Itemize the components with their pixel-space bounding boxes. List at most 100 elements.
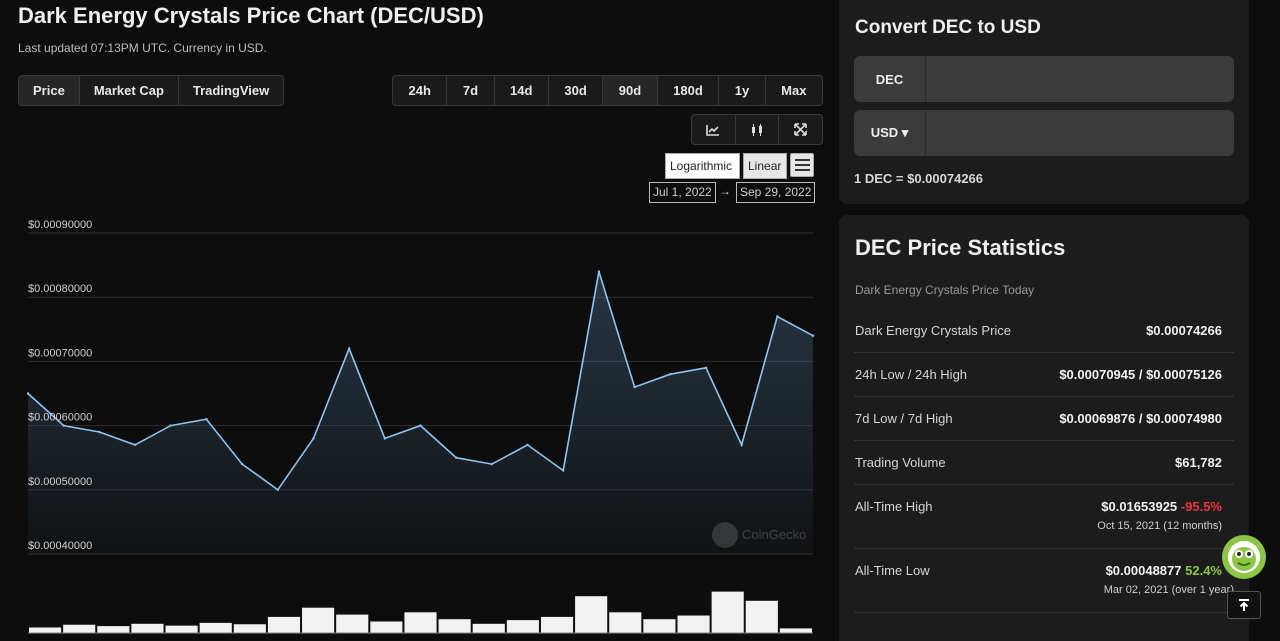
stat-label: All-Time Low	[855, 563, 930, 578]
dec-amount-input[interactable]	[926, 56, 1234, 102]
price-point	[26, 392, 30, 395]
y-tick-label: $0.00050000	[28, 476, 92, 488]
tab-tradingview[interactable]: TradingView	[179, 76, 283, 105]
stat-value: $0.00048877 52.4%	[1106, 563, 1222, 578]
candlestick-button[interactable]	[736, 115, 780, 144]
stat-row-atl: All-Time Low $0.00048877 52.4% Mar 02, 2…	[854, 549, 1234, 613]
volume-bar	[506, 620, 539, 633]
atl-change: 52.4%	[1185, 563, 1222, 578]
price-point	[240, 462, 244, 466]
price-point	[383, 437, 387, 440]
atl-value: $0.00048877	[1105, 563, 1182, 578]
price-point	[597, 270, 601, 273]
stats-subtitle: Dark Energy Crystals Price Today	[855, 283, 1035, 297]
stats-title: DEC Price Statistics	[855, 235, 1066, 260]
stat-value: $61,782	[1175, 455, 1222, 470]
range-max[interactable]: Max	[766, 76, 822, 105]
gecko-icon	[1228, 541, 1260, 573]
line-chart-button[interactable]	[692, 115, 736, 144]
stat-value: $0.01653925 -95.5%	[1101, 499, 1222, 514]
usd-amount-input[interactable]	[926, 110, 1234, 156]
y-tick-label: $0.00090000	[28, 219, 92, 231]
volume-bar	[404, 612, 437, 633]
usd-currency-select[interactable]: USD ▾	[854, 110, 926, 156]
price-point	[776, 315, 779, 318]
price-point	[633, 385, 636, 389]
dec-input-row: DEC	[854, 56, 1234, 102]
y-tick-label: $0.00060000	[28, 412, 92, 424]
dec-label: DEC	[854, 56, 926, 102]
range-24h[interactable]: 24h	[393, 76, 448, 105]
stat-label: Dark Energy Crystals Price	[855, 323, 1012, 338]
price-point	[419, 424, 422, 427]
stat-row-7d: 7d Low / 7d High $0.00069876 / $0.000749…	[854, 397, 1234, 441]
date-to[interactable]: Sep 29, 2022	[736, 182, 816, 203]
price-point	[811, 334, 815, 337]
price-point	[490, 462, 494, 466]
price-point	[276, 488, 279, 491]
stat-label: Trading Volume	[855, 455, 946, 470]
linear-button[interactable]: Linear	[743, 153, 787, 179]
price-point	[169, 424, 172, 427]
price-area-fill	[28, 271, 813, 554]
fullscreen-icon	[794, 123, 807, 136]
range-14d[interactable]: 14d	[495, 76, 549, 105]
volume-bar	[745, 600, 778, 633]
scroll-to-top-button[interactable]	[1227, 591, 1261, 619]
volume-bar	[97, 626, 130, 633]
conversion-rate: 1 DEC = $0.00074266	[854, 171, 984, 186]
ath-change: -95.5%	[1180, 499, 1222, 514]
price-point	[454, 456, 458, 459]
volume-bar	[370, 621, 403, 633]
tab-price[interactable]: Price	[19, 76, 80, 105]
fullscreen-button[interactable]	[779, 115, 822, 144]
range-180d[interactable]: 180d	[658, 76, 720, 105]
volume-bar	[29, 627, 62, 633]
volume-bar	[336, 614, 369, 633]
y-tick-label: $0.00080000	[28, 283, 92, 295]
volume-bar	[472, 623, 505, 633]
range-7d[interactable]: 7d	[447, 76, 495, 105]
stat-value: $0.00069876 / $0.00074980	[1059, 411, 1222, 426]
candlestick-icon	[752, 123, 762, 136]
usd-input-row: USD ▾	[854, 110, 1234, 156]
page-title: Dark Energy Crystals Price Chart (DEC/US…	[18, 3, 484, 28]
stat-row-volume: Trading Volume $61,782	[854, 441, 1234, 485]
stat-row-24h: 24h Low / 24h High $0.00070945 / $0.0007…	[854, 353, 1234, 397]
volume-bar	[199, 622, 232, 633]
date-arrow: →	[719, 184, 731, 198]
chart-menu-button[interactable]	[790, 153, 814, 177]
last-updated: Last updated 07:13PM UTC. Currency in US…	[18, 41, 267, 55]
volume-bar	[131, 623, 164, 633]
logarithmic-button[interactable]: Logarithmic	[665, 153, 740, 179]
price-point	[526, 443, 529, 447]
price-point	[133, 443, 137, 447]
range-1y[interactable]: 1y	[719, 76, 766, 105]
chart-type-tabs: Price Market Cap TradingView	[18, 75, 285, 106]
stat-value: $0.00074266	[1146, 323, 1222, 338]
volume-bar	[540, 616, 574, 633]
volume-bar	[609, 612, 642, 633]
price-chart[interactable]: $0.00090000 $0.00080000 $0.00070000 $0.0006…	[0, 210, 830, 641]
stat-label: 7d Low / 7d High	[855, 411, 953, 426]
chart-tools	[691, 114, 823, 145]
volume-bar	[575, 596, 608, 633]
price-point	[347, 347, 351, 350]
volume-bar	[233, 624, 266, 633]
volume-bar	[302, 607, 335, 633]
gecko-mascot-button[interactable]	[1222, 535, 1266, 579]
y-tick-label: $0.00070000	[28, 347, 92, 359]
price-point	[562, 469, 565, 472]
line-chart-icon	[706, 124, 720, 136]
date-from[interactable]: Jul 1, 2022	[649, 182, 716, 203]
price-point	[62, 424, 65, 427]
range-90d[interactable]: 90d	[603, 76, 658, 105]
volume-bar	[438, 619, 471, 633]
range-tabs: 24h 7d 14d 30d 90d 180d 1y Max	[392, 75, 823, 106]
stat-label: All-Time High	[855, 499, 933, 514]
range-30d[interactable]: 30d	[549, 76, 604, 105]
price-point	[312, 437, 315, 440]
stat-value: $0.00070945 / $0.00075126	[1059, 367, 1222, 382]
ath-value: $0.01653925	[1101, 499, 1178, 514]
tab-market-cap[interactable]: Market Cap	[80, 76, 179, 105]
